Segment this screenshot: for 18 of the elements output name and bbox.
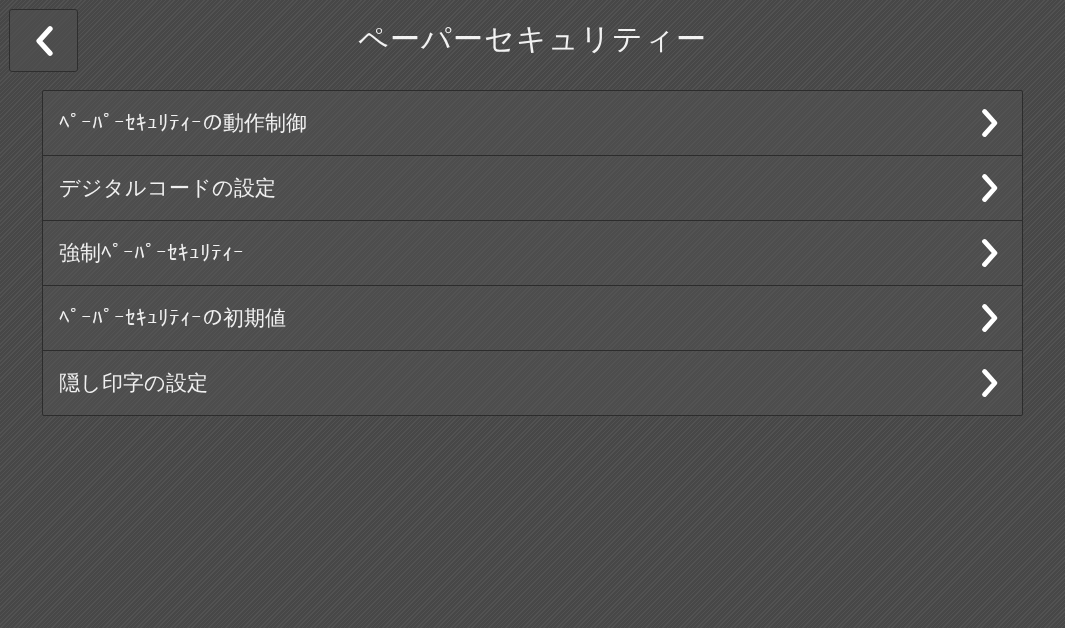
chevron-right-icon xyxy=(981,238,1000,268)
menu-item-label: 強制ﾍﾟｰﾊﾟｰｾｷｭﾘﾃｨｰ xyxy=(59,240,244,267)
menu-item[interactable]: 強制ﾍﾟｰﾊﾟｰｾｷｭﾘﾃｨｰ xyxy=(43,220,1022,285)
chevron-right-icon xyxy=(981,173,1000,203)
chevron-right-icon xyxy=(981,368,1000,398)
menu-item-label: ﾍﾟｰﾊﾟｰｾｷｭﾘﾃｨｰの初期値 xyxy=(59,305,286,332)
back-button[interactable] xyxy=(9,9,78,72)
chevron-right-icon xyxy=(981,303,1000,333)
menu-item[interactable]: 隠し印字の設定 xyxy=(43,350,1022,415)
menu-item-label: 隠し印字の設定 xyxy=(59,370,208,397)
menu-item[interactable]: ﾍﾟｰﾊﾟｰｾｷｭﾘﾃｨｰの動作制御 xyxy=(43,91,1022,155)
menu-item-label: ﾍﾟｰﾊﾟｰｾｷｭﾘﾃｨｰの動作制御 xyxy=(59,110,307,137)
menu-item[interactable]: ﾍﾟｰﾊﾟｰｾｷｭﾘﾃｨｰの初期値 xyxy=(43,285,1022,350)
page-title: ペーパーセキュリティー xyxy=(358,19,707,58)
menu-item[interactable]: デジタルコードの設定 xyxy=(43,155,1022,220)
back-chevron-icon xyxy=(33,24,54,57)
menu-item-label: デジタルコードの設定 xyxy=(59,175,276,202)
chevron-right-icon xyxy=(981,108,1000,138)
